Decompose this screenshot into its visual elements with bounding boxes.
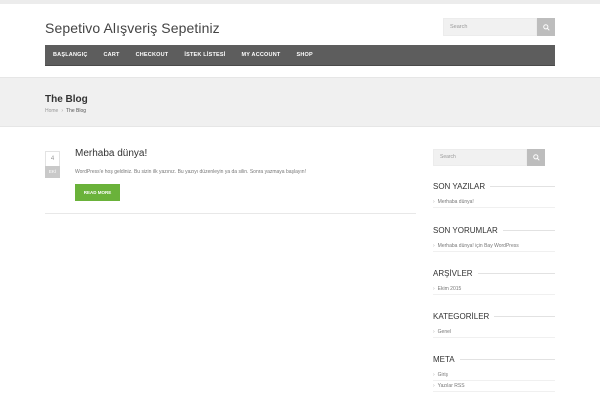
sidebar-search-input[interactable]: Search <box>433 149 527 166</box>
search-icon <box>532 154 540 161</box>
widget-list-item[interactable]: › Merhaba dünya! için Bay WordPress <box>433 241 555 252</box>
widget-heading: SON YAZILAR <box>433 182 555 191</box>
chevron-right-icon: › <box>433 199 435 205</box>
widget-heading-text: SON YORUMLAR <box>433 226 498 235</box>
site-title[interactable]: Sepetivo Alışveriş Sepetiniz <box>45 20 220 36</box>
chevron-right-icon: › <box>433 372 435 378</box>
widget-link[interactable]: Merhaba dünya! <box>438 199 474 205</box>
widget-list-item[interactable]: › Merhaba dünya! <box>433 197 555 208</box>
widget-son-yorumlar: SON YORUMLAR › Merhaba dünya! için Bay Wo… <box>433 226 555 252</box>
heading-rule <box>494 316 555 317</box>
nav-item-cart[interactable]: CART <box>96 45 128 66</box>
post-divider <box>45 213 416 214</box>
read-more-button[interactable]: READ MORE <box>75 184 120 201</box>
post-excerpt: WordPress'e hoş geldiniz. Bu sizin ilk y… <box>75 169 306 175</box>
chevron-right-icon: › <box>433 383 435 389</box>
nav-item-baslangic[interactable]: BAŞLANGIÇ <box>45 45 96 66</box>
widget-heading-text: META <box>433 355 455 364</box>
widget-heading: META <box>433 355 555 364</box>
post-title[interactable]: Merhaba dünya! <box>75 148 147 159</box>
heading-rule <box>490 186 555 187</box>
widget-heading: SON YORUMLAR <box>433 226 555 235</box>
widget-kategoriler: KATEGORİLER › Genel <box>433 312 555 338</box>
widget-link[interactable]: Genel <box>438 329 451 335</box>
chevron-right-icon: › <box>433 243 435 249</box>
nav-item-checkout[interactable]: CHECKOUT <box>128 45 177 66</box>
widget-heading-text: ARŞİVLER <box>433 269 473 278</box>
breadcrumb: Home › The Blog <box>45 108 86 114</box>
breadcrumb-current: The Blog <box>66 108 87 114</box>
chevron-right-icon: › <box>433 329 435 335</box>
nav-item-my-account[interactable]: MY ACCOUNT <box>233 45 288 66</box>
header-search-button[interactable] <box>537 18 555 36</box>
heading-rule <box>502 230 555 231</box>
widget-heading-text: KATEGORİLER <box>433 312 490 321</box>
widget-arsivler: ARŞİVLER › Ekim 2015 <box>433 269 555 295</box>
widget-list-item[interactable]: › Giriş <box>433 370 555 381</box>
post-date: 4 EKİ <box>45 151 60 178</box>
sidebar-search: Search <box>433 149 545 166</box>
widget-son-yazilar: SON YAZILAR › Merhaba dünya! <box>433 182 555 208</box>
breadcrumb-separator: › <box>61 108 64 114</box>
header-search: Search <box>443 18 555 36</box>
heading-rule <box>477 273 555 274</box>
widget-list-item[interactable]: › Ekim 2015 <box>433 284 555 295</box>
widget-link[interactable]: Ekim 2015 <box>438 286 462 292</box>
widget-list-item[interactable]: › Genel <box>433 327 555 338</box>
header-search-input[interactable]: Search <box>443 18 537 36</box>
widget-link[interactable]: Giriş <box>438 372 448 378</box>
page-title: The Blog <box>45 94 88 105</box>
widget-heading-text: SON YAZILAR <box>433 182 486 191</box>
search-icon <box>542 23 550 31</box>
nav-item-shop[interactable]: SHOP <box>288 45 320 66</box>
heading-rule <box>459 359 555 360</box>
widget-heading: ARŞİVLER <box>433 269 555 278</box>
top-border <box>0 0 600 4</box>
widget-heading: KATEGORİLER <box>433 312 555 321</box>
chevron-right-icon: › <box>433 286 435 292</box>
nav-item-istek-listesi[interactable]: İSTEK LİSTESİ <box>176 45 233 66</box>
post-date-day: 4 <box>45 151 60 166</box>
widget-meta: META › Giriş › Yazılar RSS <box>433 355 555 392</box>
main-nav: BAŞLANGIÇ CART CHECKOUT İSTEK LİSTESİ MY… <box>45 45 555 66</box>
breadcrumb-home[interactable]: Home <box>45 108 58 114</box>
sidebar-search-button[interactable] <box>527 149 545 166</box>
widget-link[interactable]: Yazılar RSS <box>438 383 465 389</box>
widget-list-item[interactable]: › Yazılar RSS <box>433 381 555 392</box>
widget-link[interactable]: Merhaba dünya! için Bay WordPress <box>438 243 519 249</box>
page-banner: The Blog Home › The Blog <box>0 77 600 127</box>
post-date-month: EKİ <box>45 166 60 178</box>
